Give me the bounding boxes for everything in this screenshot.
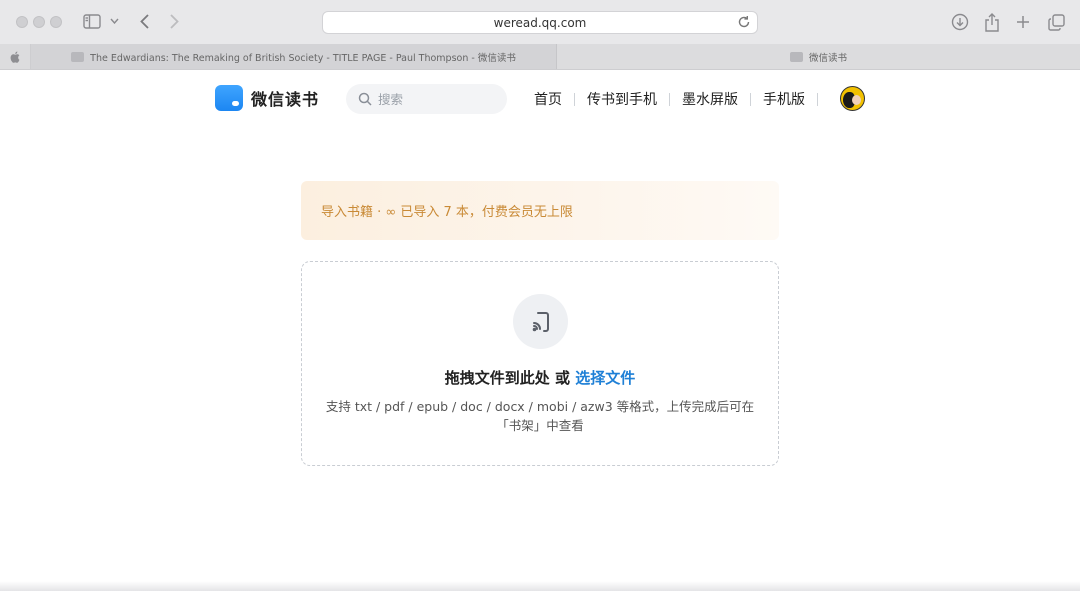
nav-divider (817, 92, 818, 106)
notice-text: 导入书籍 · ∞ 已导入 7 本，付费会员无上限 (321, 205, 573, 220)
site-header: 微信读书 首页 传书到手机 墨水屏版 手机版 (0, 70, 1080, 130)
close-window-button[interactable] (16, 16, 28, 28)
address-bar[interactable]: weread.qq.com (322, 11, 758, 34)
apple-icon (10, 51, 20, 63)
dropzone-title: 拖拽文件到此处 或 选择文件 (302, 367, 778, 388)
nav-send-to-phone[interactable]: 传书到手机 (575, 89, 669, 109)
browser-toolbar: weread.qq.com (0, 0, 1080, 44)
downloads-icon[interactable] (950, 12, 970, 32)
new-tab-icon[interactable] (1013, 12, 1033, 32)
import-quota-notice: 导入书籍 · ∞ 已导入 7 本，付费会员无上限 (301, 181, 779, 240)
tab-overview-icon[interactable] (1046, 12, 1066, 32)
pinned-tab-apple[interactable] (0, 44, 31, 69)
cast-icon (532, 311, 549, 332)
search-box[interactable] (346, 84, 507, 114)
weread-logo[interactable]: 微信读书 (215, 85, 319, 111)
forward-button[interactable] (166, 11, 182, 31)
tab-bar: The Edwardians: The Remaking of British … (0, 44, 1080, 70)
search-input[interactable] (378, 91, 498, 107)
file-dropzone[interactable]: 拖拽文件到此处 或 选择文件 支持 txt / pdf / epub / doc… (301, 261, 779, 466)
tab-weread[interactable]: 微信读书 (557, 44, 1080, 69)
main-nav: 首页 传书到手机 墨水屏版 手机版 (522, 89, 818, 109)
tab-title: The Edwardians: The Remaking of British … (90, 52, 516, 64)
nav-mobile-version[interactable]: 手机版 (751, 89, 817, 109)
weread-logo-icon (215, 85, 243, 111)
tab-title: 微信读书 (808, 52, 847, 64)
upload-icon-circle (513, 294, 568, 349)
sidebar-toggle-icon[interactable] (82, 12, 102, 30)
user-avatar[interactable] (840, 86, 865, 111)
nav-eink-version[interactable]: 墨水屏版 (670, 89, 750, 109)
drag-hint: 拖拽文件到此处 (444, 369, 550, 387)
window-bottom-shadow (0, 581, 1080, 591)
or-connector: 或 (549, 369, 576, 387)
supported-formats-text: 支持 txt / pdf / epub / doc / docx / mobi … (325, 399, 755, 433)
favicon-icon (71, 51, 85, 62)
chevron-down-icon[interactable] (108, 13, 120, 29)
zoom-window-button[interactable] (50, 16, 62, 28)
search-icon (358, 92, 372, 106)
logo-text: 微信读书 (251, 90, 320, 109)
minimize-window-button[interactable] (33, 16, 45, 28)
back-button[interactable] (136, 11, 152, 31)
favicon-icon (789, 51, 803, 62)
reload-icon[interactable] (737, 15, 751, 29)
share-icon[interactable] (982, 12, 1002, 32)
tab-edwardians[interactable]: The Edwardians: The Remaking of British … (31, 44, 557, 69)
url-text: weread.qq.com (493, 15, 587, 30)
nav-home[interactable]: 首页 (522, 89, 574, 109)
choose-file-link[interactable]: 选择文件 (575, 369, 635, 387)
